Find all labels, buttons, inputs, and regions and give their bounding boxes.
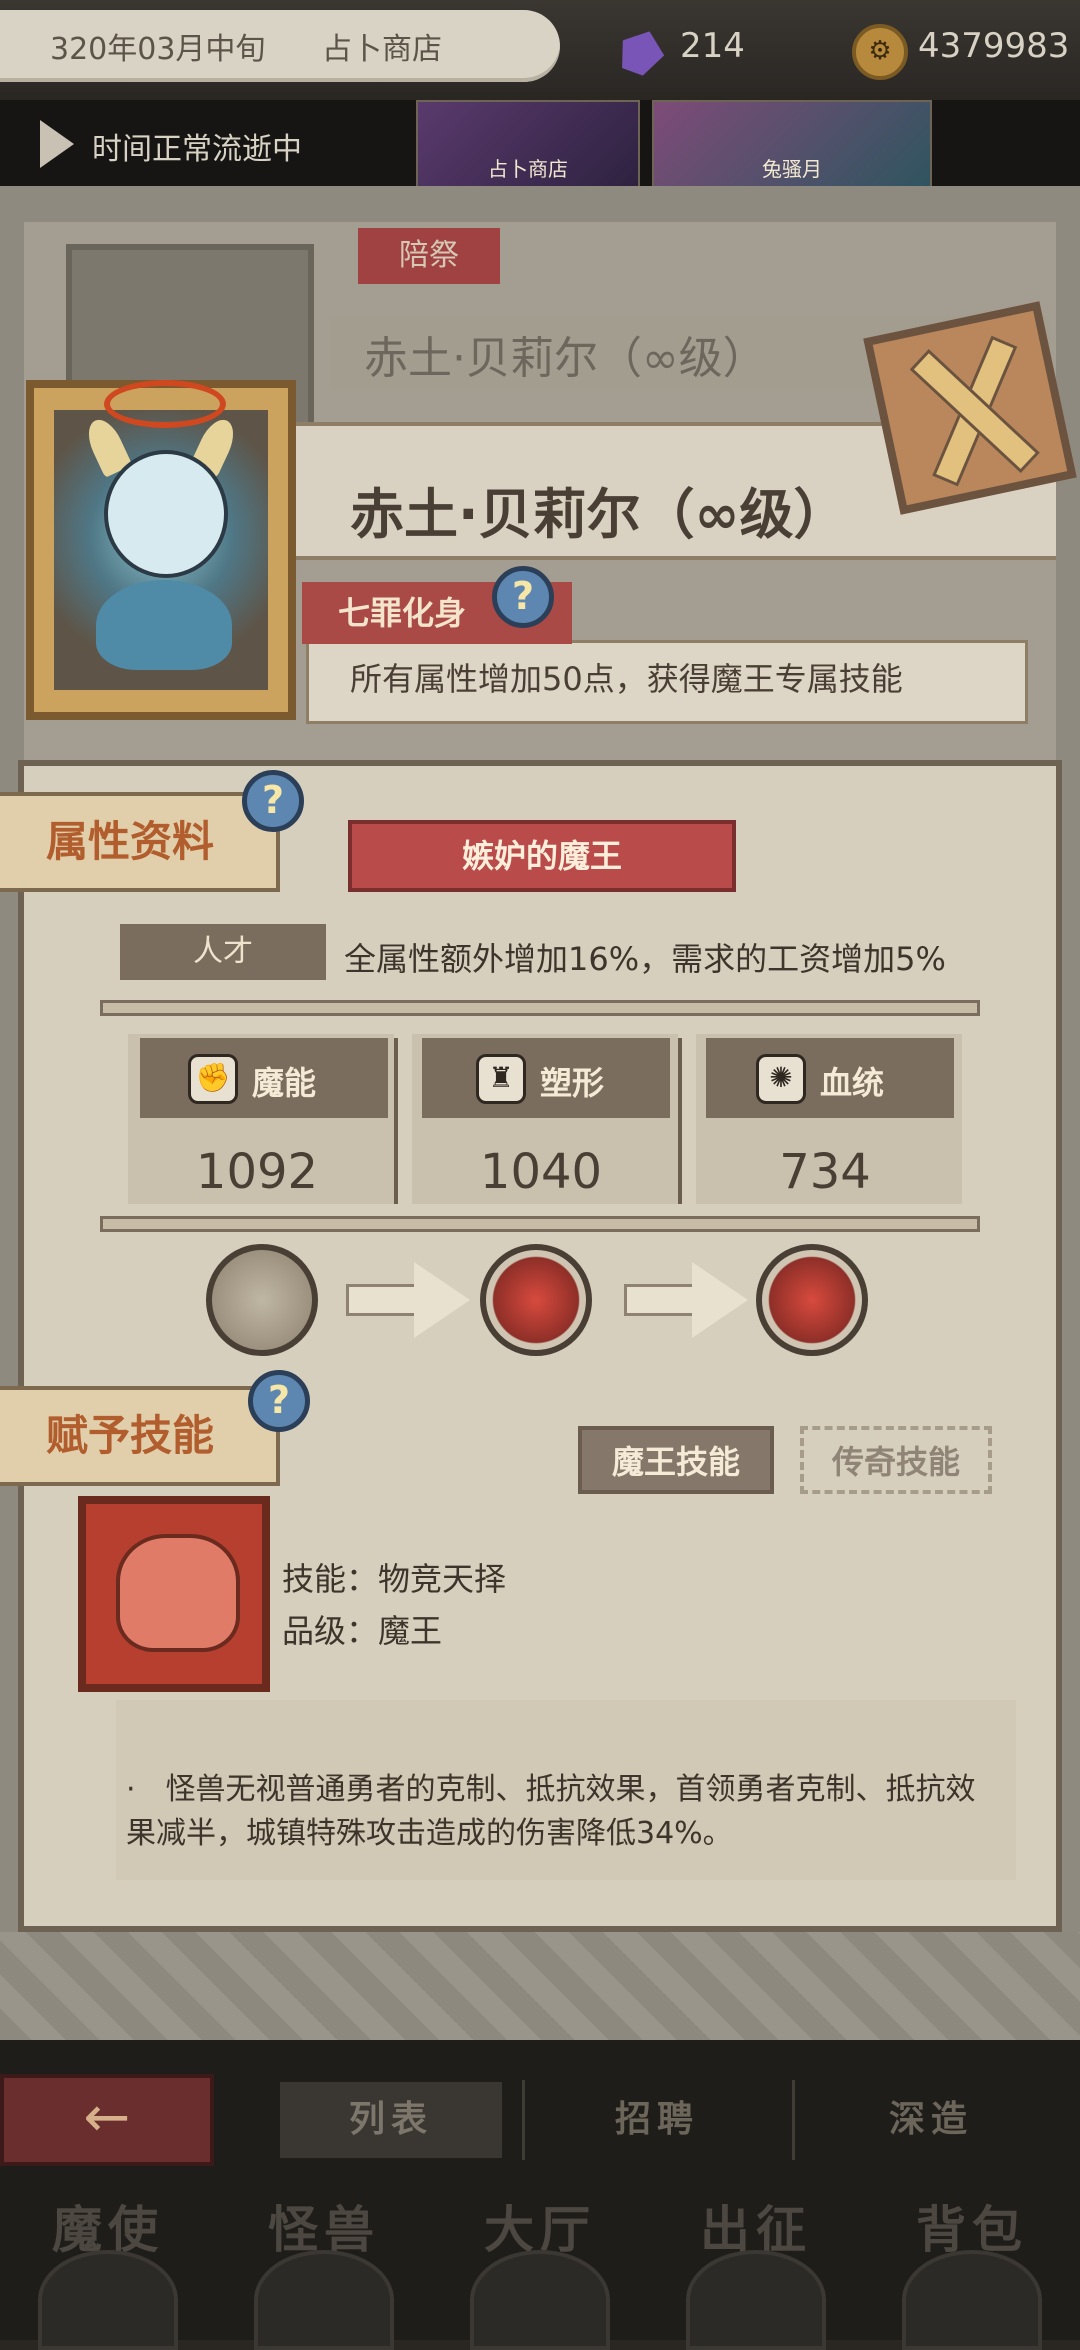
stat-label-blood: 血统 bbox=[820, 1064, 885, 1102]
hero-name: 赤土·贝莉尔（∞级） bbox=[350, 483, 848, 546]
hero-face bbox=[104, 450, 228, 578]
attributes-help-icon[interactable]: ? bbox=[242, 770, 304, 832]
subtab-train[interactable]: 深造 bbox=[820, 2082, 1042, 2158]
stat-divider bbox=[394, 1038, 398, 1204]
back-button[interactable]: ← bbox=[0, 2074, 214, 2166]
event-banner-shop[interactable]: 占卜商店 bbox=[416, 100, 640, 188]
evolution-stage-demon-icon bbox=[480, 1244, 592, 1356]
trait-description: 所有属性增加50点，获得魔王专属技能 bbox=[350, 660, 903, 698]
stat-value-shape: 1040 bbox=[479, 1144, 603, 1200]
stat-divider bbox=[678, 1038, 682, 1204]
expedition-icon bbox=[686, 2250, 826, 2350]
current-location: 占卜商店 bbox=[322, 32, 442, 67]
backpack-icon bbox=[902, 2250, 1042, 2350]
dragon-face bbox=[116, 1534, 240, 1652]
hall-icon bbox=[470, 2250, 610, 2350]
skills-help-icon[interactable]: ? bbox=[248, 1370, 310, 1432]
evolution-arrow-icon bbox=[692, 1262, 748, 1338]
title-banner: 嫉妒的魔王 bbox=[348, 820, 736, 892]
section-tab-skills: 赋予技能 bbox=[0, 1386, 280, 1486]
magic-fist-icon: ✊ bbox=[188, 1054, 238, 1104]
talent-tag: 人才 bbox=[120, 924, 326, 980]
subtab-separator bbox=[522, 2080, 525, 2160]
stat-value-magic: 1092 bbox=[195, 1144, 319, 1200]
stat-value-blood: 734 bbox=[779, 1144, 871, 1200]
section-tab-attributes: 属性资料 bbox=[0, 792, 280, 892]
event-label-rabbit-month: 兔骚月 bbox=[762, 157, 822, 181]
gear-orb-icon: ✺ bbox=[756, 1054, 806, 1104]
stat-label-magic: 魔能 bbox=[252, 1064, 317, 1102]
tab-demon-king-skill[interactable]: 魔王技能 bbox=[578, 1426, 774, 1494]
hero-body bbox=[96, 580, 232, 670]
body-armor-icon: ♜ bbox=[476, 1054, 526, 1104]
evolution-arrow-shaft bbox=[624, 1284, 696, 1316]
evolution-stage-demon-final-icon bbox=[756, 1244, 868, 1356]
time-status-text: 时间正常流逝中 bbox=[92, 132, 302, 167]
evolution-stage-hooded-icon bbox=[206, 1244, 318, 1356]
decorative-strip bbox=[0, 1932, 1080, 2042]
subtab-recruit[interactable]: 招聘 bbox=[546, 2082, 768, 2158]
skill-name: 技能：物竞天择 bbox=[282, 1560, 507, 1598]
close-icon-stroke bbox=[909, 349, 1040, 474]
background-hero-name: 赤土·贝莉尔（∞级） bbox=[364, 333, 767, 384]
skill-description: · 怪兽无视普通勇者的克制、抵抗效果，首领勇者克制、抵抗效果减半，城镇特殊攻击造… bbox=[126, 1772, 976, 1851]
evolution-arrow-shaft bbox=[346, 1284, 418, 1316]
game-date: 320年03月中旬 bbox=[50, 32, 266, 67]
event-label-shop: 占卜商店 bbox=[488, 157, 568, 181]
stat-label-shape: 塑形 bbox=[540, 1064, 605, 1102]
background-tag: 陪祭 bbox=[358, 228, 500, 284]
coin-count: 4379983 bbox=[918, 26, 1070, 66]
halo-icon bbox=[104, 380, 226, 428]
event-banner-rabbit-month[interactable]: 兔骚月 bbox=[652, 100, 932, 188]
coin-icon: ⚙ bbox=[852, 24, 908, 80]
skull-icon bbox=[38, 2250, 178, 2350]
close-button[interactable] bbox=[863, 301, 1077, 515]
monster-icon bbox=[254, 2250, 394, 2350]
play-icon[interactable] bbox=[40, 120, 74, 168]
gem-count: 214 bbox=[680, 26, 745, 66]
skill-grade: 品级：魔王 bbox=[282, 1612, 443, 1650]
subtab-separator bbox=[792, 2080, 795, 2160]
divider-bottom bbox=[100, 1216, 980, 1232]
tab-legendary-skill[interactable]: 传奇技能 bbox=[800, 1426, 992, 1494]
evolution-arrow-icon bbox=[414, 1262, 470, 1338]
trait-help-icon[interactable]: ? bbox=[492, 566, 554, 628]
divider-top bbox=[100, 1000, 980, 1016]
subtab-list[interactable]: 列表 bbox=[280, 2082, 502, 2158]
talent-description: 全属性额外增加16%，需求的工资增加5% bbox=[344, 940, 946, 978]
